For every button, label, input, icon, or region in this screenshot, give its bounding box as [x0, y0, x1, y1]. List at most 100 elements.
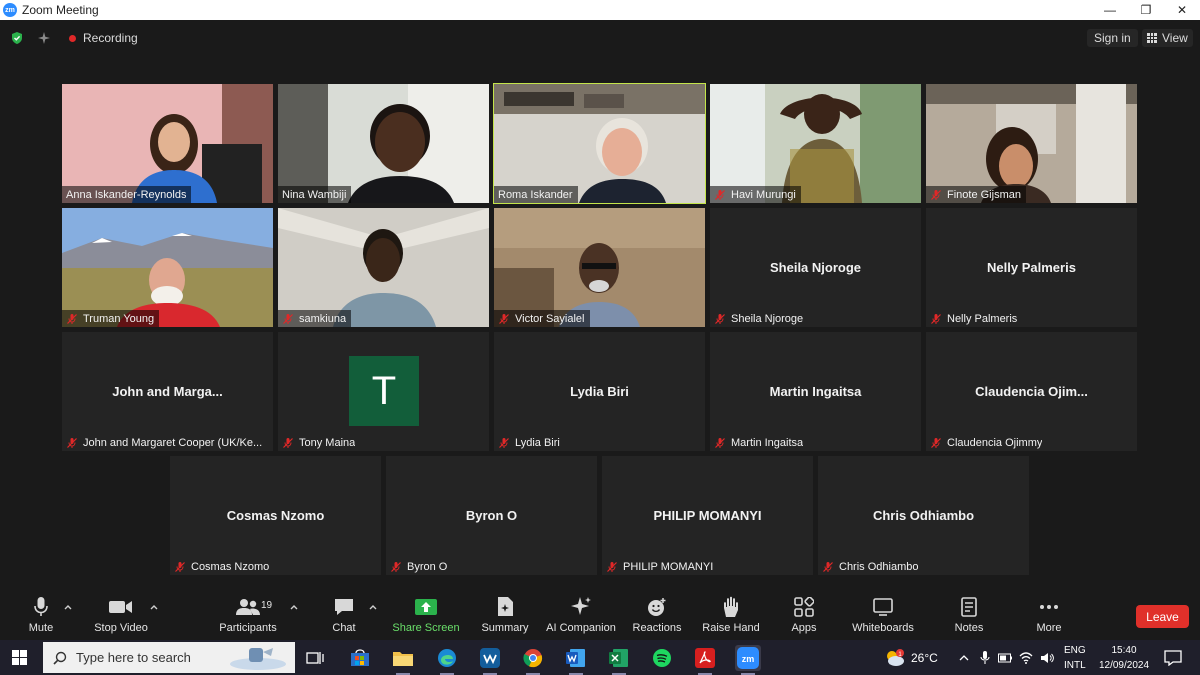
chat-button[interactable]: Chat	[328, 596, 360, 638]
participant-nametag: samkiuna	[278, 310, 352, 327]
chevron-up-icon[interactable]	[63, 603, 73, 611]
ai-sparkle-icon[interactable]	[37, 31, 51, 45]
more-label: More	[1036, 622, 1062, 634]
file-explorer-icon[interactable]	[390, 645, 416, 675]
participant-tile[interactable]: Victor Sayialel	[494, 208, 705, 327]
participant-display-name: Lydia Biri	[570, 384, 629, 399]
participant-tile-active-speaker[interactable]: Roma Iskander	[493, 83, 706, 204]
excel-icon[interactable]	[606, 645, 632, 675]
participant-nametag: Sheila Njoroge	[710, 310, 808, 327]
participant-tile[interactable]: Anna Iskander-Reynolds	[62, 84, 273, 203]
view-label: View	[1162, 31, 1188, 45]
raise-hand-button[interactable]: Raise Hand	[702, 596, 760, 638]
whiteboard-app-icon[interactable]	[477, 645, 503, 675]
edge-browser-icon[interactable]	[434, 645, 460, 675]
participant-nametag: Lydia Biri	[494, 434, 565, 451]
muted-mic-icon	[175, 561, 185, 572]
participant-tile[interactable]: Finote Gijsman	[926, 84, 1137, 203]
taskbar-search-box[interactable]: Type here to search	[43, 642, 295, 673]
participant-name: Sheila Njoroge	[731, 312, 804, 325]
participant-tile[interactable]: Claudencia Ojim... Claudencia Ojimmy	[926, 332, 1137, 451]
participant-name: PHILIP MOMANYI	[623, 560, 714, 573]
minimize-button[interactable]: —	[1092, 0, 1128, 20]
ai-companion-button[interactable]: AI Companion	[545, 596, 617, 638]
participant-display-name: Cosmas Nzomo	[226, 508, 325, 523]
notes-icon	[961, 597, 977, 617]
participant-tile[interactable]: T Tony Maina	[278, 332, 489, 451]
participant-tile[interactable]: Byron O Byron O	[386, 456, 597, 575]
apps-button[interactable]: Apps	[788, 596, 820, 638]
chevron-up-icon[interactable]	[368, 603, 378, 611]
summary-button[interactable]: Summary	[480, 596, 530, 638]
language-code: ENG	[1064, 645, 1086, 656]
participant-tile[interactable]: Cosmas Nzomo Cosmas Nzomo	[170, 456, 381, 575]
muted-mic-icon	[499, 437, 509, 448]
participant-tile[interactable]: Sheila Njoroge Sheila Njoroge	[710, 208, 921, 327]
mute-button[interactable]: Mute	[22, 596, 60, 638]
chrome-browser-icon[interactable]	[520, 645, 546, 675]
wifi-icon[interactable]	[1019, 651, 1033, 664]
participant-name: Tony Maina	[299, 436, 356, 449]
more-button[interactable]: More	[1033, 596, 1065, 638]
battery-icon[interactable]	[998, 653, 1012, 663]
windows-start-icon[interactable]	[12, 650, 27, 665]
notes-button[interactable]: Notes	[952, 596, 986, 638]
tray-microphone-icon[interactable]	[980, 650, 990, 665]
whiteboards-button[interactable]: Whiteboards	[850, 596, 916, 638]
muted-mic-icon	[607, 561, 617, 572]
zoom-taskbar-icon[interactable]: zm	[735, 645, 761, 675]
participant-nametag: Nelly Palmeris	[926, 310, 1022, 327]
whiteboards-label: Whiteboards	[852, 622, 914, 634]
maximize-button[interactable]: ❐	[1128, 0, 1164, 20]
summary-document-icon	[498, 597, 513, 616]
participant-tile[interactable]: samkiuna	[278, 208, 489, 327]
participant-tile[interactable]: Lydia Biri Lydia Biri	[494, 332, 705, 451]
zoom-logo-icon: zm	[3, 3, 17, 17]
leave-meeting-button[interactable]: Leave	[1136, 605, 1189, 628]
search-icon	[53, 651, 67, 665]
encryption-shield-icon[interactable]	[10, 31, 24, 45]
participant-tile[interactable]: Martin Ingaitsa Martin Ingaitsa	[710, 332, 921, 451]
search-highlight-illustration-icon	[230, 648, 286, 670]
participant-tile[interactable]: PHILIP MOMANYI PHILIP MOMANYI	[602, 456, 813, 575]
windows-taskbar: Type here to search zm 1 26°C ENG INTL 1…	[0, 640, 1200, 675]
ai-companion-sparkle-icon	[571, 597, 591, 615]
participant-tile[interactable]: Havi Murungi	[710, 84, 921, 203]
sign-in-button[interactable]: Sign in	[1087, 29, 1138, 47]
weather-widget[interactable]: 1 26°C	[884, 640, 938, 675]
window-controls: — ❐ ✕	[1092, 0, 1200, 20]
mute-label: Mute	[28, 622, 54, 634]
taskbar-clock[interactable]: 15:40 12/09/2024	[1096, 643, 1152, 673]
chevron-up-icon[interactable]	[149, 603, 159, 611]
recording-indicator[interactable]: Recording	[62, 29, 138, 47]
share-screen-button[interactable]: Share Screen	[392, 596, 460, 638]
close-button[interactable]: ✕	[1164, 0, 1200, 20]
raise-hand-icon	[724, 596, 738, 617]
participant-tile[interactable]: Nina Wambiji	[278, 84, 489, 203]
participant-tile[interactable]: Nelly Palmeris Nelly Palmeris	[926, 208, 1137, 327]
raise-hand-label: Raise Hand	[702, 622, 760, 634]
clock-date: 12/09/2024	[1098, 660, 1150, 671]
participant-tile[interactable]: John and Marga... John and Margaret Coop…	[62, 332, 273, 451]
chevron-up-icon[interactable]	[289, 603, 299, 611]
participant-tile[interactable]: Truman Young	[62, 208, 273, 327]
stop-video-button[interactable]: Stop Video	[92, 596, 150, 638]
notifications-icon[interactable]	[1160, 645, 1186, 671]
input-language-indicator[interactable]: ENG INTL	[1064, 643, 1086, 673]
share-screen-icon	[415, 599, 437, 615]
view-button[interactable]: View	[1142, 29, 1193, 47]
participant-tile[interactable]: Chris Odhiambo Chris Odhiambo	[818, 456, 1029, 575]
spotify-icon[interactable]	[649, 645, 675, 671]
volume-icon[interactable]	[1040, 652, 1054, 664]
reactions-button[interactable]: Reactions	[632, 596, 682, 638]
show-hidden-icons-chevron-icon[interactable]	[958, 653, 970, 663]
microsoft-store-icon[interactable]	[347, 645, 373, 671]
participant-nametag: Truman Young	[62, 310, 160, 327]
muted-mic-icon	[715, 189, 725, 200]
acrobat-reader-icon[interactable]	[692, 645, 718, 675]
task-view-icon[interactable]	[302, 645, 328, 671]
system-tray-icons	[958, 640, 1054, 675]
word-icon[interactable]	[563, 645, 589, 675]
smiley-reaction-icon	[648, 598, 666, 616]
notes-label: Notes	[954, 622, 984, 634]
